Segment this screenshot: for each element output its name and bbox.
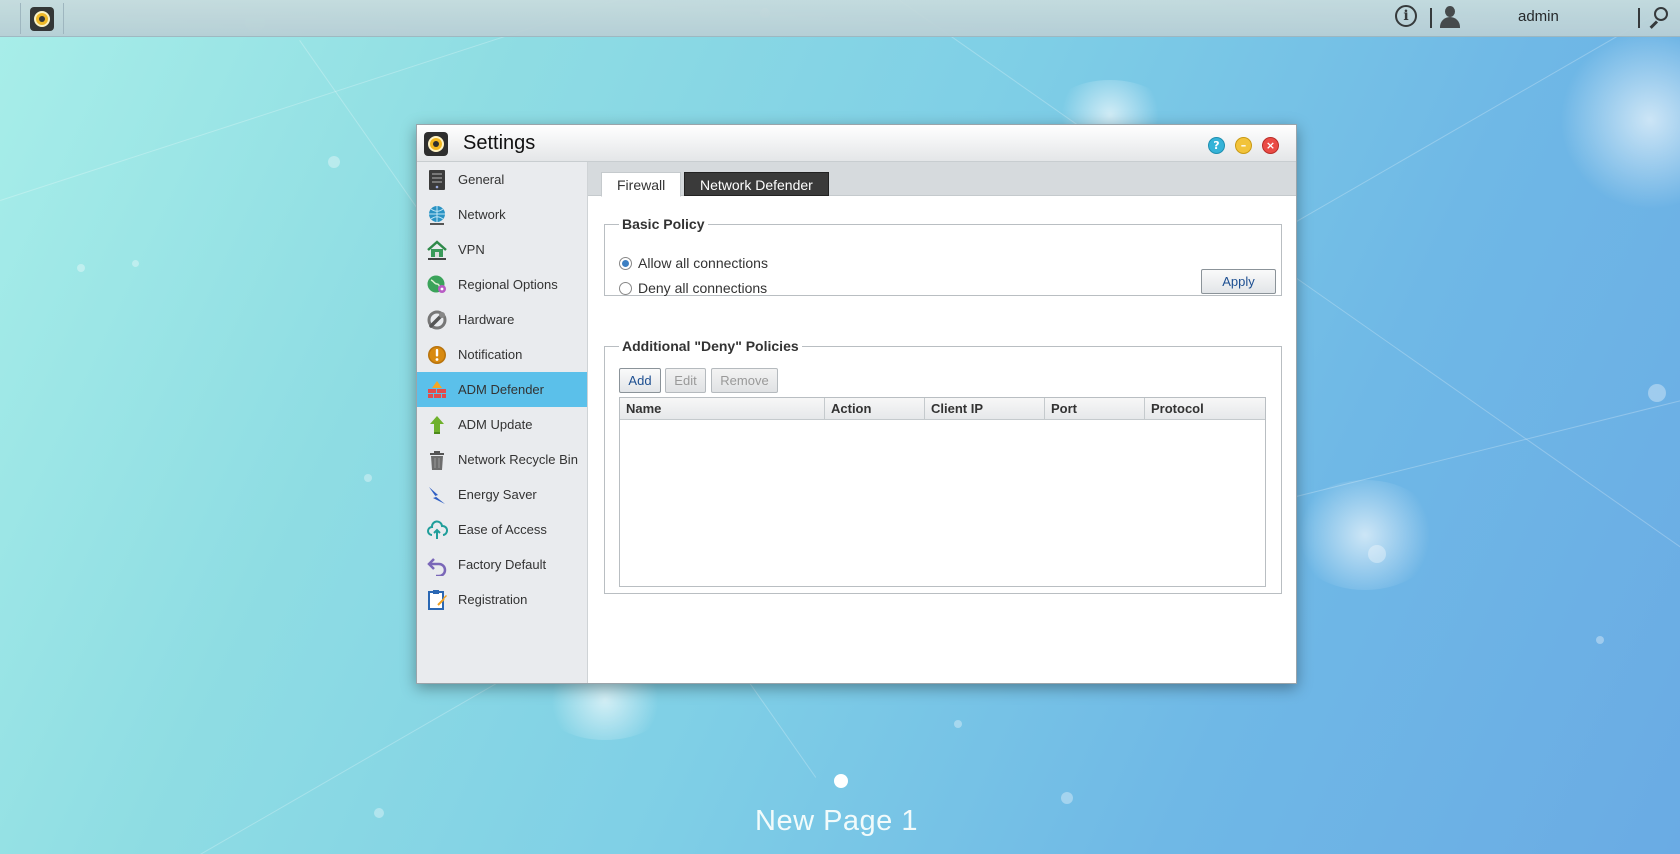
add-button[interactable]: Add bbox=[619, 368, 661, 393]
settings-gear-icon bbox=[424, 132, 448, 156]
sidebar-item-label: Notification bbox=[458, 347, 523, 362]
regional-globe-icon bbox=[426, 274, 448, 296]
sidebar-item-label: Energy Saver bbox=[458, 487, 537, 502]
column-header-client-ip[interactable]: Client IP bbox=[925, 398, 1045, 419]
settings-app-launcher[interactable] bbox=[20, 3, 64, 34]
sidebar-item-label: Regional Options bbox=[458, 277, 558, 292]
taskbar-divider bbox=[1638, 8, 1640, 28]
sidebar-item-label: ADM Defender bbox=[458, 382, 544, 397]
basic-policy-legend: Basic Policy bbox=[622, 216, 705, 232]
tab-bar: Firewall Network Defender bbox=[588, 162, 1296, 197]
radio-deny-all[interactable]: Deny all connections bbox=[619, 280, 767, 296]
sidebar-item-label: Network Recycle Bin bbox=[458, 452, 578, 467]
nas-device-icon bbox=[426, 169, 448, 191]
basic-policy-group: Basic Policy Allow all connections Deny … bbox=[604, 216, 1282, 296]
deny-policies-table[interactable]: Name Action Client IP Port Protocol bbox=[619, 397, 1266, 587]
globe-icon bbox=[426, 204, 448, 226]
sidebar-item-label: Network bbox=[458, 207, 506, 222]
column-header-action[interactable]: Action bbox=[825, 398, 925, 419]
sidebar-item-adm-defender[interactable]: ADM Defender bbox=[417, 372, 587, 407]
settings-window: Settings ? – × General Network VPN Regio… bbox=[416, 124, 1297, 684]
window-title: Settings bbox=[463, 132, 536, 154]
search-icon[interactable] bbox=[1648, 7, 1670, 29]
desktop-page-name: New Page 1 bbox=[755, 805, 918, 837]
sidebar-item-energy-saver[interactable]: Energy Saver bbox=[417, 477, 587, 512]
firewall-brick-icon bbox=[426, 379, 448, 401]
sidebar-item-label: Registration bbox=[458, 592, 528, 607]
sidebar-item-label: Ease of Access bbox=[458, 522, 547, 537]
tab-network-defender[interactable]: Network Defender bbox=[684, 172, 829, 196]
remove-button[interactable]: Remove bbox=[711, 368, 778, 393]
settings-content: Firewall Network Defender Basic Policy A… bbox=[588, 162, 1296, 683]
sidebar-item-regional-options[interactable]: Regional Options bbox=[417, 267, 587, 302]
sidebar-item-factory-default[interactable]: Factory Default bbox=[417, 547, 587, 582]
help-button[interactable]: ? bbox=[1208, 137, 1225, 154]
registration-doc-icon bbox=[426, 589, 448, 611]
radio-label: Allow all connections bbox=[638, 255, 768, 271]
sidebar-item-ease-of-access[interactable]: Ease of Access bbox=[417, 512, 587, 547]
vpn-house-icon bbox=[426, 239, 448, 261]
exclamation-icon bbox=[426, 344, 448, 366]
sidebar-item-label: ADM Update bbox=[458, 417, 533, 432]
window-titlebar[interactable]: Settings ? – × bbox=[417, 125, 1296, 162]
radio-button[interactable] bbox=[619, 256, 632, 270]
cloud-upload-icon bbox=[426, 519, 449, 541]
sidebar-item-network-recycle-bin[interactable]: Network Recycle Bin bbox=[417, 442, 587, 477]
sidebar-item-notification[interactable]: Notification bbox=[417, 337, 587, 372]
sidebar-item-label: Hardware bbox=[458, 312, 515, 327]
settings-gear-icon bbox=[30, 6, 54, 31]
table-header: Name Action Client IP Port Protocol bbox=[620, 398, 1265, 420]
lightning-icon bbox=[426, 484, 448, 506]
sidebar-item-vpn[interactable]: VPN bbox=[417, 232, 587, 267]
column-header-port[interactable]: Port bbox=[1045, 398, 1145, 419]
sidebar-item-hardware[interactable]: Hardware bbox=[417, 302, 587, 337]
recycle-bin-icon bbox=[426, 449, 448, 471]
radio-allow-all[interactable]: Allow all connections bbox=[619, 255, 768, 271]
info-icon[interactable]: i bbox=[1395, 5, 1417, 27]
close-button[interactable]: × bbox=[1262, 137, 1279, 154]
taskbar-divider bbox=[1430, 8, 1432, 28]
sidebar-item-adm-update[interactable]: ADM Update bbox=[417, 407, 587, 442]
user-icon[interactable] bbox=[1438, 5, 1462, 29]
edit-button[interactable]: Edit bbox=[665, 368, 706, 393]
tab-firewall[interactable]: Firewall bbox=[601, 172, 682, 197]
sidebar-item-label: General bbox=[458, 172, 505, 187]
radio-button[interactable] bbox=[619, 281, 632, 295]
taskbar: i admin bbox=[0, 0, 1680, 37]
undo-arrow-icon bbox=[426, 554, 448, 577]
column-header-protocol[interactable]: Protocol bbox=[1145, 398, 1265, 419]
hardware-wrench-icon bbox=[426, 309, 448, 331]
sidebar-item-label: Factory Default bbox=[458, 557, 547, 572]
sidebar-item-network[interactable]: Network bbox=[417, 197, 587, 232]
column-header-name[interactable]: Name bbox=[620, 398, 825, 419]
sidebar-item-label: VPN bbox=[458, 242, 485, 257]
minimize-button[interactable]: – bbox=[1235, 137, 1252, 154]
settings-sidebar: General Network VPN Regional Options Har… bbox=[417, 162, 588, 683]
deny-policies-legend: Additional "Deny" Policies bbox=[622, 338, 799, 354]
update-arrow-icon bbox=[426, 414, 448, 436]
sidebar-item-general[interactable]: General bbox=[417, 162, 587, 197]
sidebar-item-registration[interactable]: Registration bbox=[417, 582, 587, 617]
page-indicator-dot[interactable] bbox=[834, 774, 848, 788]
apply-button[interactable]: Apply bbox=[1201, 269, 1276, 294]
username-label[interactable]: admin bbox=[1518, 8, 1559, 25]
radio-label: Deny all connections bbox=[638, 280, 768, 296]
